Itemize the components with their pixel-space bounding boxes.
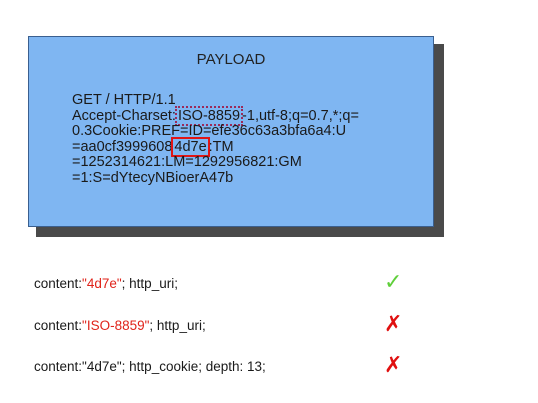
payload-line-2-post: -1,utf-8;q=0.7,*;q= xyxy=(242,107,359,124)
rule-1: content:"4d7e"; http_uri; xyxy=(34,276,178,291)
rule-1-suffix: ; http_uri; xyxy=(121,276,178,291)
rule-1-content: "4d7e" xyxy=(82,276,122,291)
payload-line-6: =1:S=dYtecyNBioerA47b xyxy=(72,169,234,186)
rule-3: content:"4d7e"; http_cookie; depth: 13; xyxy=(34,359,266,374)
payload-line-4: =aa0cf3999608 4d7e:TM xyxy=(72,136,234,157)
rule-2-suffix: ; http_uri; xyxy=(149,318,206,333)
payload-text: GET / HTTP/1.1 Accept-Charset: ISO-8859 -1… xyxy=(72,92,359,186)
rule-2-prefix: content: xyxy=(34,318,83,333)
payload-title: PAYLOAD xyxy=(196,51,266,68)
rule-1-prefix: content: xyxy=(34,276,83,291)
rule-2: content:"ISO-8859"; http_uri; xyxy=(34,318,206,333)
cross-icon: ✗ xyxy=(384,312,403,337)
payload-box: PAYLOAD GET / HTTP/1.1 Accept-Charset: IS… xyxy=(28,36,434,227)
cross-icon: ✗ xyxy=(384,353,403,378)
payload-line-1: GET / HTTP/1.1 xyxy=(72,92,176,108)
rule-3-suffix: ; http_cookie; depth: 13; xyxy=(121,359,266,374)
payload-line-2: Accept-Charset: ISO-8859 -1,utf-8;q=0.7,*;… xyxy=(72,105,359,126)
payload-line-5: =1252314621:LM=1292956821:GM xyxy=(72,154,302,170)
payload-line-2-pre: Accept-Charset: xyxy=(72,107,176,124)
rule-3-content: "4d7e" xyxy=(82,359,122,374)
rule-2-content: "ISO-8859" xyxy=(82,318,150,333)
check-icon: ✓ xyxy=(384,270,403,295)
payload-line-4-pre: =aa0cf3999608 xyxy=(72,138,173,155)
payload-line-4-post: :TM xyxy=(208,138,234,155)
rule-3-prefix: content: xyxy=(34,359,83,374)
